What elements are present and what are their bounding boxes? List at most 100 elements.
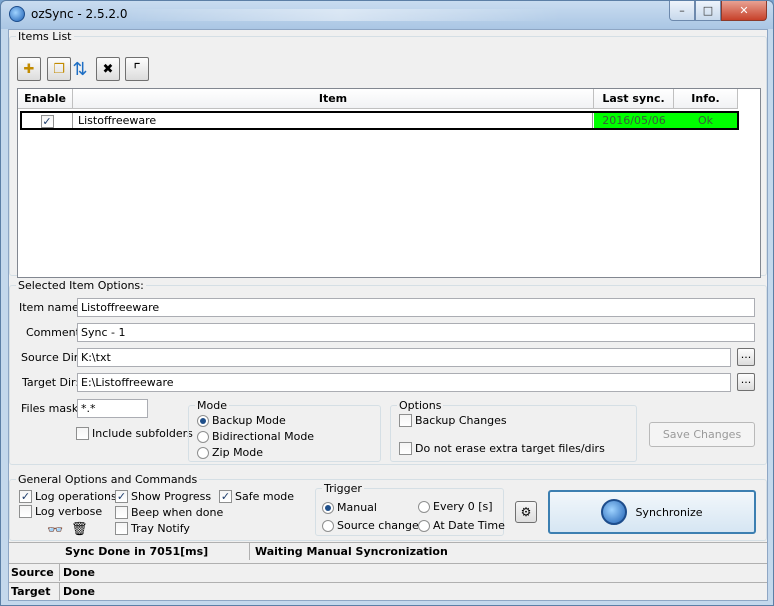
- source-status-row: Source Done: [9, 563, 767, 581]
- log-verbose-option[interactable]: Log verbose: [19, 505, 102, 518]
- save-changes-button[interactable]: Save Changes: [649, 422, 755, 447]
- sync-status-bar: Sync Done in 7051[ms] Waiting Manual Syn…: [9, 542, 767, 560]
- show-progress-checkbox[interactable]: ✓: [115, 490, 128, 503]
- log-operations-label: Log operations: [35, 490, 117, 503]
- browse-target-button[interactable]: ...: [737, 373, 755, 391]
- tray-notify-option[interactable]: Tray Notify: [115, 522, 190, 535]
- backup-mode-radio[interactable]: [197, 414, 209, 427]
- target-dir-label: Target Dir:: [22, 376, 80, 389]
- include-subfolders-checkbox[interactable]: [76, 427, 89, 440]
- manual-trigger-radio[interactable]: [322, 501, 334, 514]
- move-arrows-icon: ⇅: [72, 58, 88, 80]
- safe-mode-option[interactable]: ✓ Safe mode: [219, 490, 294, 503]
- show-progress-option[interactable]: ✓ Show Progress: [115, 490, 211, 503]
- source-change-option[interactable]: Source change: [322, 519, 419, 532]
- log-operations-option[interactable]: ✓ Log operations: [19, 490, 117, 503]
- at-date-time-label: At Date Time: [433, 519, 505, 532]
- app-window: ozSync - 2.5.2.0 – □ ✕ Items List ✚ ❐ ⇅ …: [0, 0, 774, 606]
- files-mask-input[interactable]: *.*: [77, 399, 148, 418]
- items-list-group: Items List ✚ ❐ ⇅ ✖ ⌜ Enable Item Last sy…: [9, 30, 767, 278]
- close-button[interactable]: ✕: [721, 1, 767, 21]
- target-status-row: Target Done: [9, 582, 767, 600]
- zip-mode-radio[interactable]: [197, 446, 209, 459]
- new-item-button[interactable]: ✚: [17, 57, 41, 81]
- move-item-button[interactable]: ⇅: [71, 57, 89, 81]
- beep-option[interactable]: Beep when done: [115, 506, 223, 519]
- column-enable[interactable]: Enable: [18, 89, 73, 109]
- safe-mode-label: Safe mode: [235, 490, 295, 503]
- source-dir-input[interactable]: K:\txt: [77, 348, 731, 367]
- synchronize-label: Synchronize: [635, 505, 703, 519]
- clear-log-icon[interactable]: 🗑: [71, 522, 88, 537]
- copy-item-icon: ❐: [53, 61, 65, 77]
- comment-input[interactable]: Sync - 1: [77, 323, 755, 342]
- new-item-icon: ✚: [23, 61, 35, 77]
- backup-changes-checkbox[interactable]: [399, 414, 412, 427]
- safe-mode-checkbox[interactable]: ✓: [219, 490, 232, 503]
- target-status-label: Target: [11, 585, 51, 598]
- delete-item-button[interactable]: ✖: [96, 57, 120, 81]
- options-legend: Selected Item Options:: [16, 279, 146, 292]
- browse-source-button[interactable]: ...: [737, 348, 755, 366]
- every-interval-option[interactable]: Every 0 [s]: [418, 500, 493, 513]
- source-status-label: Source: [11, 566, 54, 579]
- waiting-text: Waiting Manual Syncronization: [255, 545, 448, 558]
- delete-icon: ✖: [102, 61, 114, 77]
- at-date-time-option[interactable]: At Date Time: [418, 519, 505, 532]
- ozsync-app-icon[interactable]: [9, 6, 25, 22]
- view-log-icon[interactable]: 👓: [47, 523, 63, 538]
- table-row[interactable]: ✓ Listoffreeware 2016/05/06 Ok: [20, 111, 739, 130]
- at-date-time-radio[interactable]: [418, 519, 430, 532]
- bidirectional-mode-option[interactable]: Bidirectional Mode: [197, 430, 314, 443]
- window-title: ozSync - 2.5.2.0: [31, 7, 128, 21]
- minimize-button[interactable]: –: [669, 1, 695, 21]
- beep-checkbox[interactable]: [115, 506, 128, 519]
- every-interval-radio[interactable]: [418, 500, 430, 513]
- manual-trigger-option[interactable]: Manual: [322, 501, 377, 514]
- properties-button[interactable]: ⌜: [125, 57, 149, 81]
- tray-notify-label: Tray Notify: [131, 522, 190, 535]
- log-verbose-label: Log verbose: [35, 505, 103, 518]
- backup-mode-option[interactable]: Backup Mode: [197, 414, 286, 427]
- log-operations-checkbox[interactable]: ✓: [19, 490, 32, 503]
- source-dir-label: Source Dir:: [21, 351, 82, 364]
- item-name-label: Item name:: [19, 301, 83, 314]
- log-verbose-checkbox[interactable]: [19, 505, 32, 518]
- item-cell: Listoffreeware: [76, 113, 593, 128]
- enable-cell: ✓: [22, 113, 73, 128]
- source-change-label: Source change: [337, 519, 419, 532]
- items-table[interactable]: Enable Item Last sync. Info. ✓ Listoffre…: [17, 88, 761, 278]
- include-subfolders-label: Include subfolders: [92, 427, 193, 440]
- mode-legend: Mode: [195, 399, 229, 412]
- selected-item-options-group: Selected Item Options: Item name: Listof…: [9, 279, 767, 465]
- no-erase-option[interactable]: Do not erase extra target files/dirs: [399, 442, 605, 455]
- maximize-button[interactable]: □: [695, 1, 721, 21]
- item-name-input[interactable]: Listoffreeware: [77, 298, 755, 317]
- copy-item-button[interactable]: ❐: [47, 57, 71, 81]
- bidirectional-mode-radio[interactable]: [197, 430, 209, 443]
- target-status-value: Done: [63, 585, 95, 598]
- column-item[interactable]: Item: [73, 89, 594, 109]
- properties-icon: ⌜: [133, 59, 141, 79]
- source-change-radio[interactable]: [322, 519, 334, 532]
- backup-changes-label: Backup Changes: [415, 414, 507, 427]
- backup-changes-option[interactable]: Backup Changes: [399, 414, 507, 427]
- synchronize-button[interactable]: Synchronize: [548, 490, 756, 534]
- enable-checkbox[interactable]: ✓: [40, 114, 54, 128]
- sync-done-text: Sync Done in 7051[ms]: [65, 545, 209, 558]
- no-erase-checkbox[interactable]: [399, 442, 412, 455]
- column-info[interactable]: Info.: [674, 89, 738, 109]
- last-sync-cell: 2016/05/06: [594, 113, 674, 128]
- source-status-value: Done: [63, 566, 95, 579]
- backup-mode-label: Backup Mode: [212, 414, 286, 427]
- status-divider: [249, 543, 250, 560]
- tray-notify-checkbox[interactable]: [115, 522, 128, 535]
- target-dir-input[interactable]: E:\Listoffreeware: [77, 373, 731, 392]
- title-bar[interactable]: ozSync - 2.5.2.0 – □ ✕: [1, 1, 773, 29]
- beep-label: Beep when done: [131, 506, 224, 519]
- schedule-button[interactable]: ⚙: [515, 501, 537, 523]
- include-subfolders-option[interactable]: Include subfolders: [76, 427, 193, 440]
- trigger-legend: Trigger: [322, 482, 364, 495]
- column-last-sync[interactable]: Last sync.: [594, 89, 674, 109]
- zip-mode-option[interactable]: Zip Mode: [197, 446, 263, 459]
